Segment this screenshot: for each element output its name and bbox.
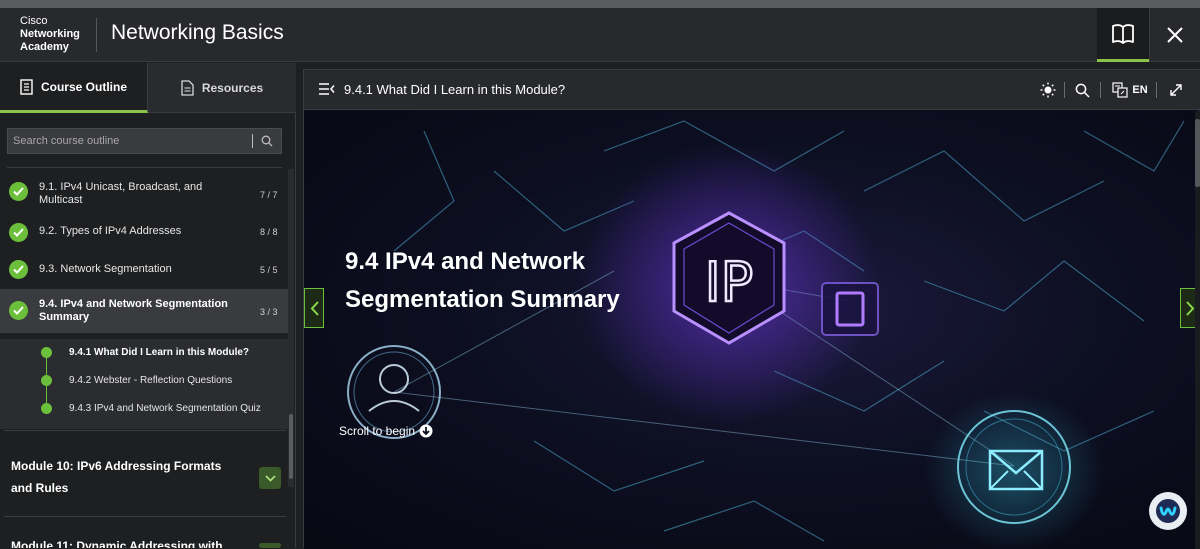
document-icon xyxy=(20,78,33,95)
tab-resources[interactable]: Resources xyxy=(148,63,296,113)
chevron-down-icon xyxy=(264,474,276,482)
window-top-strip xyxy=(0,0,1200,8)
chevron-left-icon xyxy=(310,300,319,316)
toolbar-separator xyxy=(1064,82,1065,98)
panel-tabs: Course Outline Resources xyxy=(0,63,296,113)
language-label: EN xyxy=(1132,84,1148,96)
arrow-down-circle-icon xyxy=(419,424,433,438)
sub-item-label: 9.4.1 What Did I Learn in this Module? xyxy=(69,347,250,358)
search-content-button[interactable] xyxy=(1072,70,1092,110)
expand-icon xyxy=(1170,84,1182,96)
progress-count: 7 / 7 xyxy=(260,190,278,200)
check-icon xyxy=(9,260,28,279)
scroll-thumb[interactable] xyxy=(289,414,293,479)
section-divider xyxy=(4,516,286,517)
module-11-title[interactable]: Module 11: Dynamic Addressing with xyxy=(11,535,241,548)
content-scrollbar[interactable] xyxy=(1195,111,1200,549)
app-header: Cisco Networking Academy Networking Basi… xyxy=(0,8,1200,62)
module-10-title[interactable]: Module 10: IPv6 Addressing Formats and R… xyxy=(11,455,241,499)
file-icon xyxy=(181,79,194,96)
menu-collapse-icon xyxy=(319,83,335,95)
brand-divider xyxy=(96,18,97,52)
outline-item-label: 9.1. IPv4 Unicast, Broadcast, and Multic… xyxy=(39,181,203,206)
tab-course-outline[interactable]: Course Outline xyxy=(0,63,148,113)
cisco-logo[interactable]: Cisco Networking Academy xyxy=(20,15,90,54)
hero-title: 9.4 IPv4 and Network Segmentation Summar… xyxy=(345,248,620,313)
toolbar-separator xyxy=(1100,82,1101,98)
module-11-expand-button[interactable] xyxy=(259,543,281,548)
scroll-hint-label: Scroll to begin xyxy=(339,424,416,438)
outline-item-label: 9.3. Network Segmentation xyxy=(39,263,172,275)
course-title: Networking Basics xyxy=(111,21,284,44)
outline-item[interactable]: 9.3. Network Segmentation 5 / 5 xyxy=(0,251,288,289)
tab-label: Course Outline xyxy=(40,79,127,94)
check-icon xyxy=(9,182,28,201)
progress-count: 8 / 8 xyxy=(260,227,278,237)
module-10-expand-button[interactable] xyxy=(259,467,281,489)
hero-banner: IP 9.4 IPv4 and Network Segmentation Sum… xyxy=(304,111,1200,549)
network-illustration: IP xyxy=(347,120,1185,549)
check-dot-icon xyxy=(41,375,52,386)
content-panel: 9.4.1 What Did I Learn in this Module? E… xyxy=(303,69,1200,549)
book-icon xyxy=(1112,23,1134,44)
progress-line xyxy=(46,357,47,367)
content-toolbar: 9.4.1 What Did I Learn in this Module? E… xyxy=(304,70,1200,110)
check-icon xyxy=(9,223,28,242)
ip-hexagon-text: IP xyxy=(705,251,754,314)
progress-count: 3 / 3 xyxy=(260,307,278,317)
page-title: 9.4.1 What Did I Learn in this Module? xyxy=(344,82,566,97)
tab-label: Resources xyxy=(201,80,264,95)
toolbar-separator xyxy=(1156,82,1157,98)
theme-toggle-button[interactable] xyxy=(1038,70,1058,110)
check-icon xyxy=(9,301,28,320)
search-input[interactable] xyxy=(8,129,252,153)
outline-item[interactable]: 9.1. IPv4 Unicast, Broadcast, and Multic… xyxy=(0,169,288,213)
close-icon xyxy=(1167,27,1183,43)
course-book-button[interactable] xyxy=(1097,8,1149,62)
close-button[interactable] xyxy=(1149,8,1200,62)
progress-count: 5 / 5 xyxy=(260,265,278,275)
translate-icon xyxy=(1112,82,1128,98)
fullscreen-button[interactable] xyxy=(1166,70,1186,110)
search-button[interactable] xyxy=(253,129,281,153)
brand-line: Networking xyxy=(20,28,80,40)
outline-item[interactable]: 9.2. Types of IPv4 Addresses 8 / 8 xyxy=(0,213,288,251)
outline-divider xyxy=(7,167,282,168)
previous-page-button[interactable] xyxy=(304,288,324,328)
sub-item-selected[interactable]: 9.4.1 What Did I Learn in this Module? xyxy=(0,339,288,367)
content-scroll-thumb[interactable] xyxy=(1195,119,1200,187)
outline-search xyxy=(7,128,282,154)
outline-item-label: 9.2. Types of IPv4 Addresses xyxy=(39,225,182,237)
brand-line: Academy xyxy=(20,41,69,53)
section-divider xyxy=(4,430,286,431)
sub-item[interactable]: 9.4.2 Webster - Reflection Questions xyxy=(0,367,288,395)
sun-icon xyxy=(1040,82,1056,98)
sub-item-label: 9.4.3 IPv4 and Network Segmentation Quiz xyxy=(69,403,261,414)
chevron-right-icon xyxy=(1185,300,1194,316)
search-icon xyxy=(261,135,273,147)
check-dot-icon xyxy=(41,403,52,414)
language-button[interactable]: EN xyxy=(1110,70,1150,110)
webex-logo-icon xyxy=(1156,499,1180,523)
scroll-to-begin-button[interactable]: Scroll to begin xyxy=(339,424,433,438)
outline-scrollbar[interactable] xyxy=(288,169,294,487)
search-icon xyxy=(1075,83,1090,98)
sub-item[interactable]: 9.4.3 IPv4 and Network Segmentation Quiz xyxy=(0,395,288,427)
course-outline-panel: Course Outline Resources 9.1. IPv4 xyxy=(0,63,296,548)
outline-item-label: 9.4. IPv4 and Network Segmentation Summa… xyxy=(39,298,228,323)
webex-assistant-button[interactable] xyxy=(1149,492,1187,530)
outline-item-selected[interactable]: 9.4. IPv4 and Network Segmentation Summa… xyxy=(0,289,288,333)
check-dot-icon xyxy=(41,347,52,358)
collapse-outline-button[interactable] xyxy=(318,82,335,101)
sub-item-label: 9.4.2 Webster - Reflection Questions xyxy=(69,375,233,386)
brand-line: Cisco xyxy=(20,15,48,27)
